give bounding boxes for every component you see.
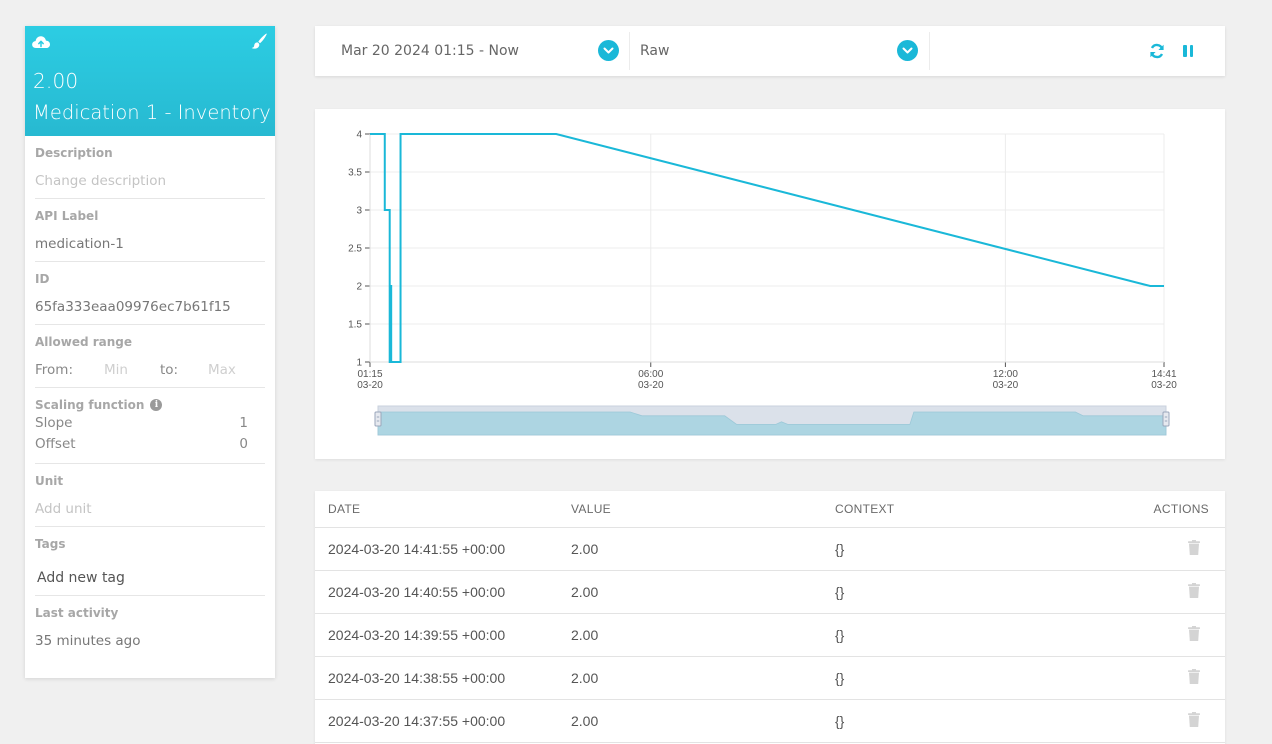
last-activity-value: 35 minutes ago: [35, 633, 141, 649]
last-activity-label: Last activity: [35, 606, 119, 620]
slope-label: Slope: [35, 415, 73, 431]
date-range-value: Mar 20 2024 01:15 - Now: [341, 43, 519, 59]
offset-row[interactable]: Offset 0: [35, 434, 265, 455]
trash-icon[interactable]: [1188, 669, 1200, 684]
row-value: 2.00: [571, 584, 599, 600]
unit-input[interactable]: Add unit: [35, 500, 265, 518]
api-label-value[interactable]: medication-1: [35, 235, 265, 253]
last-value: 2.00: [33, 69, 79, 93]
y-tick-label: 2.5: [348, 244, 362, 255]
range-max-input[interactable]: Max: [208, 361, 236, 379]
aggregation-select[interactable]: Raw: [630, 32, 930, 70]
row-date: 2024-03-20 14:37:55 +00:00: [328, 713, 506, 729]
unit-section: Unit Add unit: [35, 464, 265, 527]
row-date: 2024-03-20 14:38:55 +00:00: [328, 670, 506, 686]
table-row[interactable]: 2024-03-20 14:37:55 +00:00 2.00 {}: [315, 700, 1225, 743]
y-tick-label: 2: [356, 282, 362, 293]
y-tick-label: 3: [356, 206, 362, 217]
allowed-range-section: Allowed range From: Min to: Max: [35, 325, 265, 388]
aggregation-value: Raw: [640, 43, 670, 59]
unit-label: Unit: [35, 474, 64, 488]
allowed-range-label: Allowed range: [35, 335, 133, 349]
table-row[interactable]: 2024-03-20 14:39:55 +00:00 2.00 {}: [315, 614, 1225, 657]
slope-row[interactable]: Slope 1: [35, 413, 265, 434]
x-tick-label: 03-20: [357, 380, 383, 391]
row-value: 2.00: [571, 713, 599, 729]
info-icon[interactable]: i: [150, 399, 163, 411]
row-context[interactable]: {}: [835, 670, 1135, 686]
tags-section: Tags Add new tag: [35, 527, 265, 596]
y-tick-label: 3.5: [348, 168, 362, 179]
tags-label: Tags: [35, 537, 66, 551]
trash-icon[interactable]: [1188, 626, 1200, 641]
id-section: ID 65fa333eaa09976ec7b61f15: [35, 262, 265, 325]
trash-icon[interactable]: [1188, 540, 1200, 555]
description-label: Description: [35, 146, 113, 160]
variable-details-panel: 2.00 Medication 1 - Inventory Descriptio…: [25, 26, 275, 678]
scaling-function-label: Scaling function: [35, 398, 145, 412]
variable-header: 2.00 Medication 1 - Inventory: [25, 26, 275, 136]
api-label-section: API Label medication-1: [35, 199, 265, 262]
last-activity-section: Last activity 35 minutes ago: [35, 596, 265, 658]
x-tick-label: 14:41: [1151, 369, 1176, 380]
range-to-label: to:: [160, 362, 179, 378]
column-header-actions: ACTIONS: [1153, 502, 1209, 516]
column-header-value[interactable]: VALUE: [571, 502, 835, 516]
trash-icon[interactable]: [1188, 712, 1200, 727]
date-range-select[interactable]: Mar 20 2024 01:15 - Now: [315, 32, 630, 70]
x-tick-label: 03-20: [993, 380, 1019, 391]
row-context[interactable]: {}: [835, 627, 1135, 643]
x-tick-label: 03-20: [638, 380, 664, 391]
x-tick-label: 03-20: [1151, 380, 1177, 391]
table-body: 2024-03-20 14:41:55 +00:00 2.00{} 2024-03-…: [315, 528, 1225, 743]
y-tick-label: 4: [356, 130, 362, 141]
row-date: 2024-03-20 14:41:55 +00:00: [328, 541, 506, 557]
navigator-handle-left[interactable]: [374, 411, 382, 427]
chevron-down-icon[interactable]: [897, 40, 918, 61]
table-row[interactable]: 2024-03-20 14:40:55 +00:00 2.00 {}: [315, 571, 1225, 614]
add-tag-input[interactable]: Add new tag: [35, 569, 265, 587]
refresh-icon[interactable]: [1149, 43, 1165, 59]
range-from-label: From:: [35, 362, 73, 378]
table-header: DATE VALUE CONTEXT ACTIONS: [315, 491, 1225, 528]
pause-icon[interactable]: [1183, 45, 1195, 57]
cloud-upload-icon[interactable]: [31, 33, 51, 49]
x-tick-label: 01:15: [357, 369, 382, 380]
variable-name[interactable]: Medication 1 - Inventory: [33, 101, 271, 124]
y-tick-label: 1: [356, 358, 362, 369]
id-value: 65fa333eaa09976ec7b61f15: [35, 299, 231, 315]
description-section: Description Change description: [35, 136, 265, 199]
id-label: ID: [35, 272, 50, 286]
slope-value[interactable]: 1: [239, 413, 248, 434]
x-tick-label: 12:00: [993, 369, 1018, 380]
chart-toolbar: Mar 20 2024 01:15 - Now Raw: [315, 26, 1225, 76]
trash-icon[interactable]: [1188, 583, 1200, 598]
paintbrush-icon[interactable]: [251, 33, 267, 49]
row-value: 2.00: [571, 541, 599, 557]
column-header-context: CONTEXT: [835, 502, 895, 516]
offset-label: Offset: [35, 436, 76, 452]
chart-card: 1 1.5 2 2.5 3 3.5 4 01:15 03-20 06:00 03-20 12:00 03…: [315, 109, 1225, 459]
navigator-handle-right[interactable]: [1162, 411, 1170, 427]
chevron-down-icon[interactable]: [598, 40, 619, 61]
row-context[interactable]: {}: [835, 541, 1135, 557]
row-value: 2.00: [571, 670, 599, 686]
values-table: DATE VALUE CONTEXT ACTIONS 2024-03-20 14…: [315, 491, 1225, 744]
table-row[interactable]: 2024-03-20 14:38:55 +00:00 2.00 {}: [315, 657, 1225, 700]
row-value: 2.00: [571, 627, 599, 643]
row-context[interactable]: {}: [835, 713, 1135, 729]
offset-value[interactable]: 0: [239, 434, 248, 455]
x-tick-label: 06:00: [638, 369, 663, 380]
range-min-input[interactable]: Min: [104, 361, 160, 379]
line-chart[interactable]: 11.522.533.5401:1503-2006:0003-2012:0003…: [315, 109, 1225, 459]
y-tick-label: 1.5: [348, 320, 362, 331]
row-date: 2024-03-20 14:39:55 +00:00: [328, 627, 506, 643]
row-context[interactable]: {}: [835, 584, 1135, 600]
row-date: 2024-03-20 14:40:55 +00:00: [328, 584, 506, 600]
description-input[interactable]: Change description: [35, 172, 265, 190]
scaling-function-section: Scaling function i Slope 1 Offset 0: [35, 388, 265, 464]
table-row[interactable]: 2024-03-20 14:41:55 +00:00 2.00 {}: [315, 528, 1225, 571]
column-header-date[interactable]: DATE: [315, 502, 571, 516]
api-label-label: API Label: [35, 209, 99, 223]
